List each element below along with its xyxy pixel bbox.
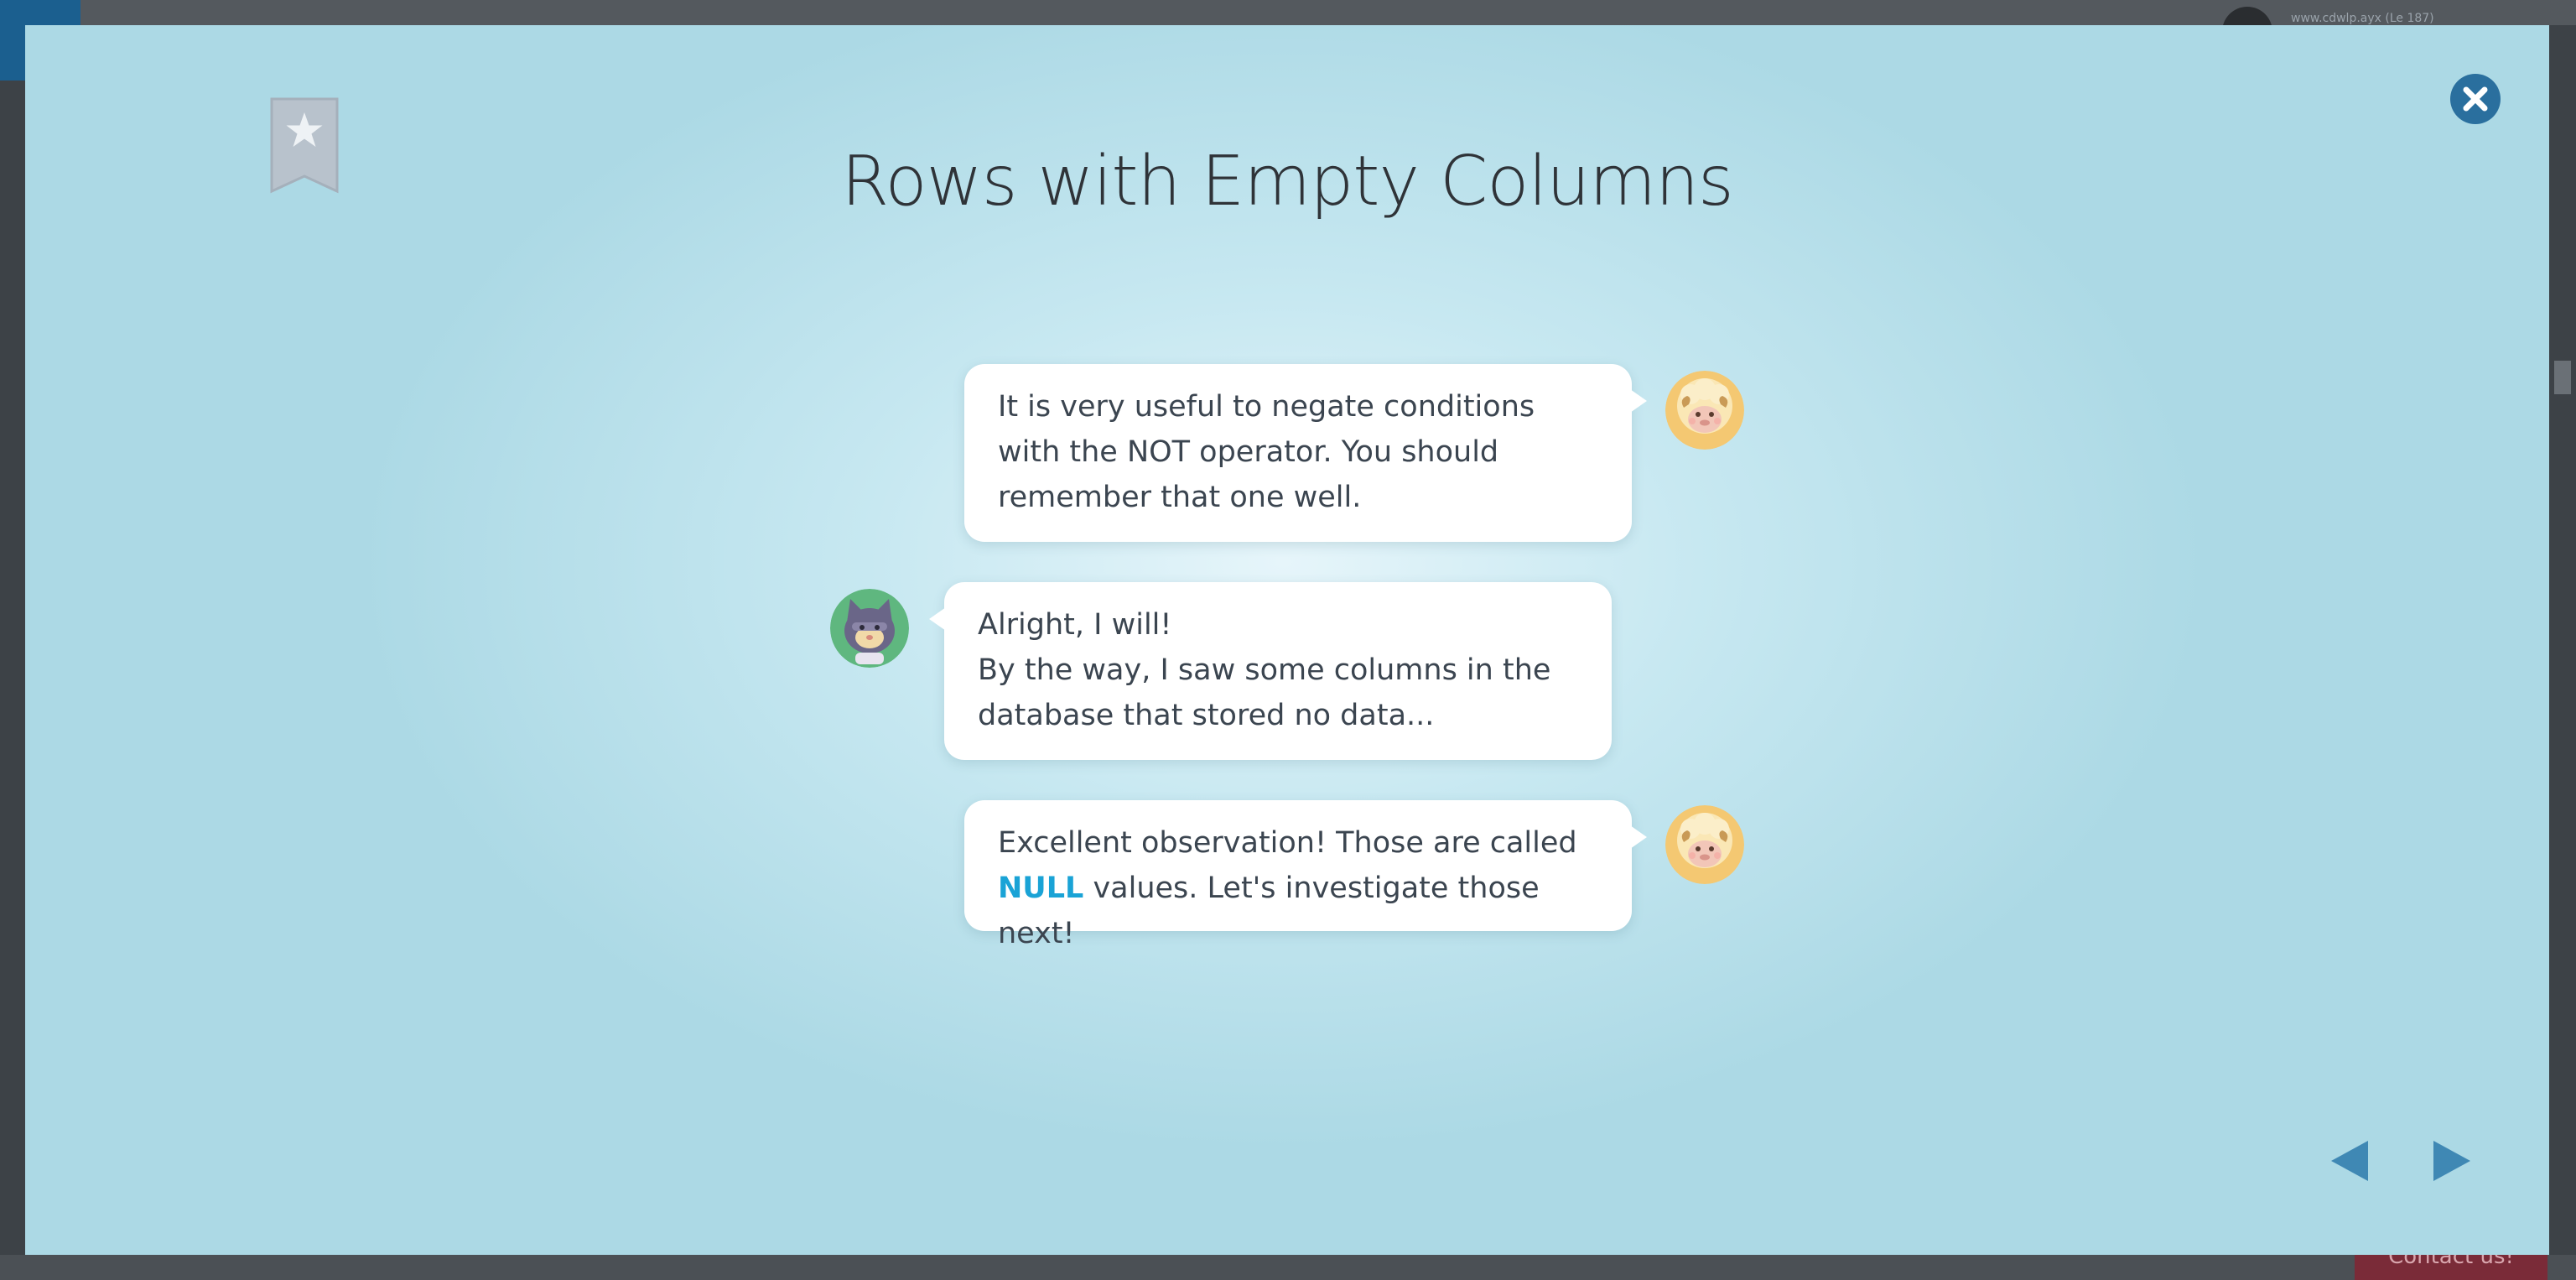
cat-avatar-icon bbox=[830, 589, 909, 668]
chat-bubble-sheep: It is very useful to negate conditions w… bbox=[964, 364, 1647, 542]
bottom-bar bbox=[0, 1255, 2576, 1280]
chat-bubble-cat: Alright, I will! By the way, I saw some … bbox=[929, 582, 1612, 760]
sheep-avatar-icon bbox=[1665, 805, 1744, 884]
bubble-tail bbox=[1630, 825, 1647, 849]
close-icon bbox=[2450, 74, 2501, 124]
user-label: www.cdwlp.ayx (Le 187) bbox=[2291, 12, 2434, 25]
sheep-avatar bbox=[1665, 805, 1744, 884]
message-text-before: Excellent observation! Those are called bbox=[998, 826, 1577, 860]
top-bar bbox=[80, 0, 2576, 25]
triangle-right-icon bbox=[2433, 1141, 2470, 1181]
cat-avatar bbox=[830, 589, 909, 668]
lesson-modal: Rows with Empty Columns It is very usefu… bbox=[25, 25, 2549, 1255]
bubble-tail bbox=[929, 607, 946, 631]
triangle-left-icon bbox=[2331, 1141, 2368, 1181]
message-text: Excellent observation! Those are called … bbox=[998, 820, 1598, 956]
message-text-line-1: Alright, I will! bbox=[978, 608, 1172, 642]
sheep-avatar-icon bbox=[1665, 371, 1744, 450]
close-button[interactable] bbox=[2449, 72, 2502, 126]
null-keyword: NULL bbox=[998, 872, 1084, 905]
bubble-tail bbox=[1630, 389, 1647, 413]
next-button[interactable] bbox=[2428, 1136, 2475, 1186]
scrollbar-thumb bbox=[2554, 361, 2571, 394]
message-text-line-2: By the way, I saw some columns in the da… bbox=[978, 653, 1551, 732]
previous-button[interactable] bbox=[2326, 1136, 2373, 1186]
message-text: It is very useful to negate conditions w… bbox=[998, 390, 1535, 514]
chat-bubble-sheep: Excellent observation! Those are called … bbox=[964, 800, 1647, 950]
sheep-avatar bbox=[1665, 371, 1744, 450]
page-title: Rows with Empty Columns bbox=[841, 141, 1734, 221]
